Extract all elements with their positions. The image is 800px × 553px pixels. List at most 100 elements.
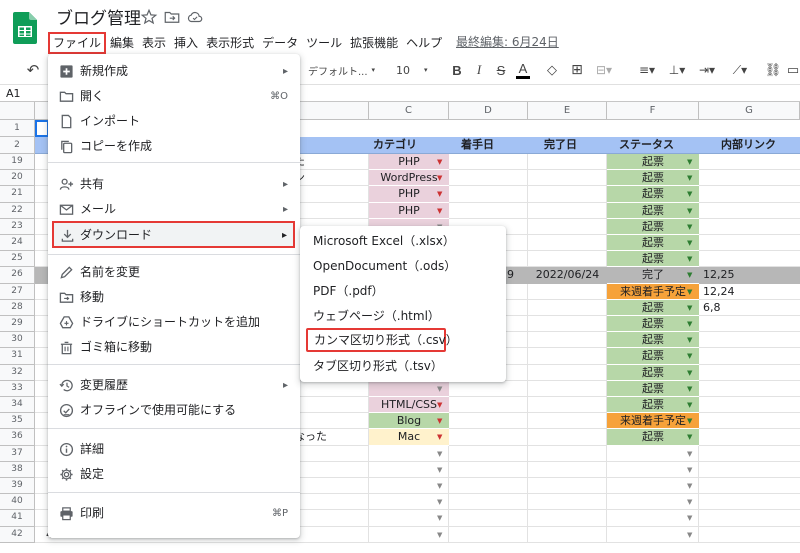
row-header[interactable]: 41	[0, 510, 35, 527]
align-horizontal-icon[interactable]: ≡▾	[636, 60, 658, 80]
status-chip[interactable]: 起票	[607, 154, 699, 171]
row-header[interactable]: 2	[0, 137, 35, 154]
chevron-down-icon[interactable]: ▼	[687, 514, 692, 522]
fill-color-icon[interactable]: ◇	[544, 60, 560, 80]
status-chip[interactable]: 起票	[607, 364, 699, 381]
header-internal-link[interactable]: 内部リンク	[699, 137, 800, 154]
text-rotation-icon[interactable]: ⟋▾	[728, 60, 752, 80]
borders-icon[interactable]: ⊞	[569, 60, 585, 80]
row-header[interactable]: 25	[0, 251, 35, 268]
menu-item-new[interactable]: 新規作成 ▸	[48, 59, 300, 84]
cell-internal-link[interactable]: 12,25	[699, 267, 800, 283]
row-header[interactable]: 22	[0, 202, 35, 219]
menu-view[interactable]: 表示	[138, 33, 170, 53]
download-xlsx[interactable]: Microsoft Excel（.xlsx）	[300, 229, 506, 254]
column-header-d[interactable]: D	[449, 102, 528, 120]
row-header[interactable]: 40	[0, 494, 35, 511]
menu-item-print[interactable]: 印刷 ⌘P	[48, 501, 300, 526]
chevron-down-icon[interactable]: ▼	[437, 158, 442, 166]
menu-tools[interactable]: ツール	[302, 33, 346, 53]
chevron-down-icon[interactable]: ▼	[687, 369, 692, 377]
text-color-icon[interactable]: A	[515, 60, 531, 80]
move-folder-icon[interactable]	[163, 8, 181, 26]
chevron-down-icon[interactable]: ▼	[687, 498, 692, 506]
status-chip[interactable]: 起票	[607, 186, 699, 203]
document-title[interactable]: ブログ管理	[56, 8, 141, 30]
chevron-down-icon[interactable]: ▼	[687, 288, 692, 296]
status-chip[interactable]: 起票	[607, 251, 699, 268]
status-chip[interactable]: 起票	[607, 202, 699, 219]
cell-internal-link[interactable]: 12,24	[699, 284, 800, 300]
selected-cell-a1[interactable]	[35, 120, 49, 137]
row-header[interactable]: 24	[0, 235, 35, 252]
status-chip[interactable]: 起票	[607, 218, 699, 235]
row-header[interactable]: 37	[0, 445, 35, 462]
chevron-down-icon[interactable]: ▼	[687, 433, 692, 441]
menu-edit[interactable]: 編集	[106, 33, 138, 53]
sheets-logo-icon[interactable]	[13, 12, 37, 44]
status-chip[interactable]: 来週着手予定	[607, 413, 699, 430]
chevron-down-icon[interactable]: ▼	[687, 255, 692, 263]
status-chip[interactable]: 完了	[607, 267, 699, 284]
chevron-down-icon[interactable]: ▼	[437, 174, 442, 182]
row-header[interactable]: 38	[0, 461, 35, 478]
row-header[interactable]: 1	[0, 120, 35, 137]
chevron-down-icon[interactable]: ▼	[687, 466, 692, 474]
column-header-g[interactable]: G	[699, 102, 800, 120]
row-header[interactable]: 19	[0, 154, 35, 171]
menu-item-move[interactable]: 移動	[48, 285, 300, 310]
row-header[interactable]: 36	[0, 429, 35, 446]
header-status[interactable]: ステータス	[607, 137, 699, 154]
row-header[interactable]: 21	[0, 186, 35, 203]
font-size-select[interactable]: 10 ▾	[384, 60, 434, 80]
star-icon[interactable]	[140, 8, 158, 26]
chevron-down-icon[interactable]: ▼	[687, 385, 692, 393]
row-header[interactable]: 32	[0, 364, 35, 381]
download-ods[interactable]: OpenDocument（.ods）	[300, 254, 506, 279]
chevron-down-icon[interactable]: ▼	[437, 401, 442, 409]
chevron-down-icon[interactable]: ▼	[687, 271, 692, 279]
menu-help[interactable]: ヘルプ	[402, 33, 446, 53]
status-chip[interactable]: 起票	[607, 235, 699, 252]
menu-item-share[interactable]: 共有 ▸	[48, 172, 300, 197]
menu-item-rename[interactable]: 名前を変更	[48, 260, 300, 285]
cell-internal-link[interactable]: 6,8	[699, 300, 800, 316]
chevron-down-icon[interactable]: ▼	[437, 417, 442, 425]
chevron-down-icon[interactable]: ▼	[437, 207, 442, 215]
row-header[interactable]: 23	[0, 218, 35, 235]
row-header[interactable]: 20	[0, 170, 35, 187]
header-done-date[interactable]: 完了日	[528, 137, 607, 154]
menu-item-download[interactable]: ダウンロード ▸	[52, 221, 295, 248]
chevron-down-icon[interactable]: ▼	[687, 401, 692, 409]
download-tsv[interactable]: タブ区切り形式（.tsv）	[300, 354, 506, 379]
row-header[interactable]: 33	[0, 380, 35, 397]
row-header[interactable]: 42	[0, 526, 35, 543]
column-header-e[interactable]: E	[528, 102, 607, 120]
row-header[interactable]: 31	[0, 348, 35, 365]
status-chip[interactable]: 起票	[607, 348, 699, 365]
chevron-down-icon[interactable]: ▼	[687, 450, 692, 458]
bold-icon[interactable]: B	[449, 60, 465, 80]
chevron-down-icon[interactable]: ▼	[687, 336, 692, 344]
font-select[interactable]: デフォルト... ▾	[308, 60, 380, 80]
select-all-corner[interactable]	[0, 102, 35, 120]
chevron-down-icon[interactable]: ▼	[687, 207, 692, 215]
chevron-down-icon[interactable]: ▼	[687, 352, 692, 360]
status-chip[interactable]: 起票	[607, 397, 699, 414]
row-header[interactable]: 34	[0, 397, 35, 414]
header-start-date[interactable]: 着手日	[449, 137, 528, 154]
chevron-down-icon[interactable]: ▼	[437, 190, 442, 198]
status-chip[interactable]: 起票	[607, 332, 699, 349]
status-chip[interactable]: 起票	[607, 299, 699, 316]
menu-item-email[interactable]: メール ▸	[48, 197, 300, 222]
menu-item-drive-shortcut[interactable]: ドライブにショートカットを追加	[48, 310, 300, 335]
cloud-status-icon[interactable]	[186, 8, 204, 26]
strikethrough-icon[interactable]: S	[493, 60, 509, 80]
download-pdf[interactable]: PDF（.pdf）	[300, 279, 506, 304]
header-category[interactable]: カテゴリ	[369, 137, 449, 154]
chevron-down-icon[interactable]: ▼	[687, 239, 692, 247]
align-vertical-icon[interactable]: ⊥▾	[666, 60, 688, 80]
chevron-down-icon[interactable]: ▼	[687, 482, 692, 490]
chevron-down-icon[interactable]: ▼	[687, 531, 692, 539]
menu-format[interactable]: 表示形式	[202, 33, 258, 53]
